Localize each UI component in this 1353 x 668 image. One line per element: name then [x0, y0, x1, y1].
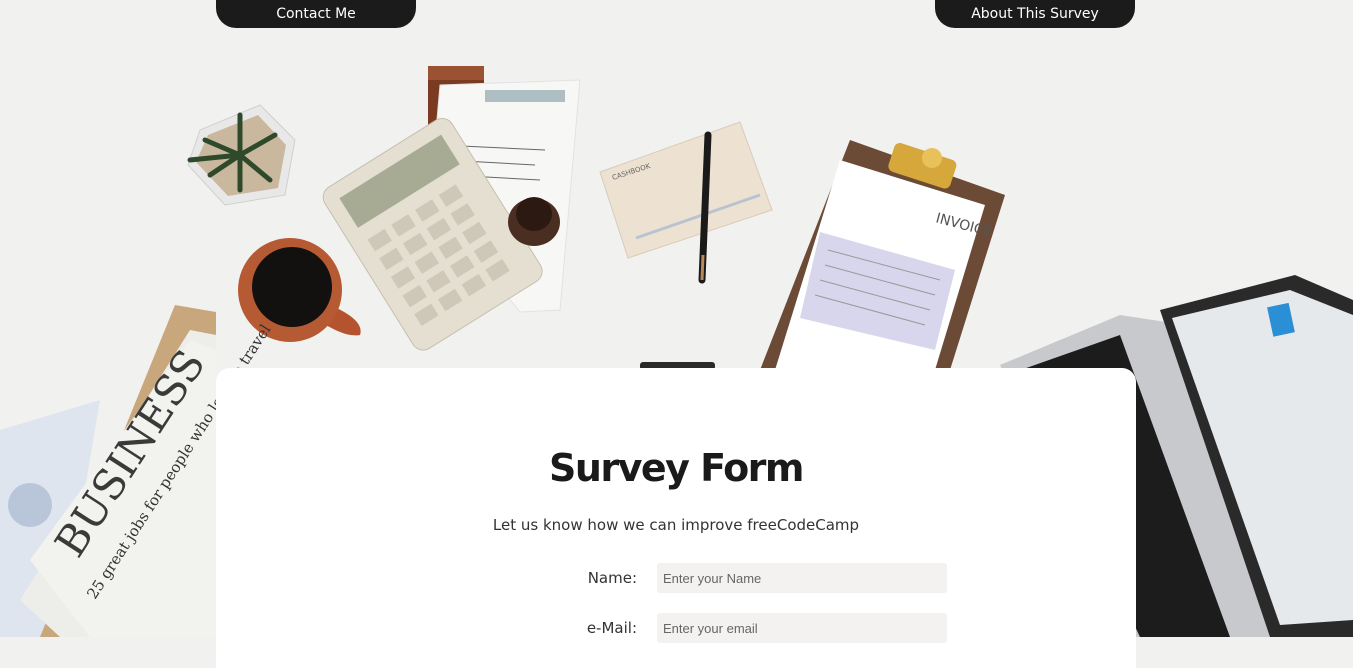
name-input[interactable]: [657, 563, 947, 593]
page-title: Survey Form: [548, 446, 805, 490]
contact-me-button[interactable]: Contact Me: [216, 0, 416, 28]
email-input[interactable]: [657, 613, 947, 643]
email-label: e-Mail:: [586, 619, 637, 637]
name-label: Name:: [587, 569, 637, 587]
survey-description: Let us know how we can improve freeCodeC…: [492, 516, 860, 534]
contact-me-label: Contact Me: [276, 6, 356, 22]
about-survey-label: About This Survey: [971, 6, 1099, 22]
about-survey-button[interactable]: About This Survey: [935, 0, 1135, 28]
survey-card: Survey Form Let us know how we can impro…: [216, 368, 1136, 668]
